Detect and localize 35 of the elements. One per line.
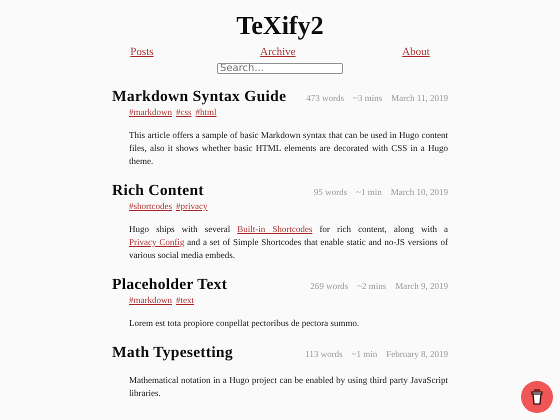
reading-time: ~3 mins (352, 93, 382, 103)
word-count: 473 words (306, 93, 344, 103)
summary-link[interactable]: Privacy Config (129, 237, 184, 247)
post-summary: Mathematical notation in a Hugo project can be enabled by using third party JavaScript libraries. (129, 374, 448, 400)
nav-link[interactable]: About (402, 46, 430, 58)
tag-link[interactable]: #markdown (129, 295, 172, 305)
reading-time: ~1 min (352, 349, 378, 359)
post-summary: Hugo ships with several Built-in Shortcodes for rich content, along with a Privacy Config and a set of Simple Shortcodes that enable static and no-JS versions of various social media embeds. (129, 223, 448, 262)
word-count: 113 words (305, 349, 343, 359)
post-title[interactable]: Math Typesetting (112, 344, 233, 362)
site-title: TeXify2 (235, 10, 325, 42)
post-title[interactable]: Placeholder Text (112, 276, 228, 294)
post-date: March 11, 2019 (391, 93, 448, 103)
cup-icon (531, 389, 543, 405)
post-date: March 9, 2019 (395, 281, 448, 291)
tag-link[interactable]: #text (176, 295, 194, 305)
post-summary: This article offers a sample of basic Markdown syntax that can be used in Hugo content files, also it shows whether basic HTML elements are decorated with CSS in a Hugo theme. (129, 129, 448, 168)
reading-time: ~1 min (356, 187, 382, 197)
nav-link[interactable]: Posts (130, 46, 154, 58)
tag-link[interactable]: #shortcodes (129, 201, 172, 211)
coffee-button[interactable] (521, 381, 553, 413)
word-count: 269 words (310, 281, 348, 291)
post-date: March 10, 2019 (390, 187, 448, 197)
post-title[interactable]: Markdown Syntax Guide (112, 88, 286, 106)
tag-link[interactable]: #privacy (176, 201, 208, 211)
nav-link[interactable]: Archive (260, 46, 296, 58)
tag-link[interactable]: #html (196, 107, 217, 117)
word-count: 95 words (314, 187, 348, 197)
tag-link[interactable]: #css (176, 107, 192, 117)
summary-link[interactable]: Built-in Shortcodes (237, 224, 312, 234)
tag-link[interactable]: #markdown (129, 107, 172, 117)
reading-time: ~2 mins (357, 281, 386, 291)
post-title[interactable]: Rich Content (112, 182, 204, 200)
post-summary: Lorem est tota propiore conpellat pectoribus de pectora summo. (129, 317, 360, 330)
post-date: February 8, 2019 (386, 349, 448, 359)
